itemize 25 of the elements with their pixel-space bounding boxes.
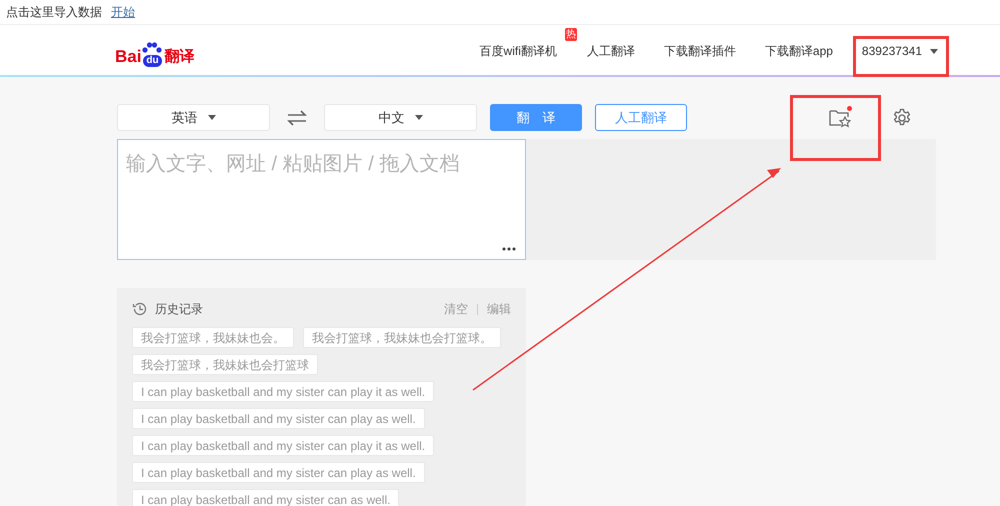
nav-link[interactable]: 百度wifi翻译机 <box>480 44 557 58</box>
text-input[interactable]: 输入文字、网址 / 粘贴图片 / 拖入文档 <box>117 139 526 260</box>
human-translation-button[interactable]: 人工翻译 <box>595 104 687 131</box>
nav-link[interactable]: 下载翻译插件 <box>664 44 736 58</box>
history-item[interactable]: 我会打篮球，我妹妹也会打篮球。 <box>303 327 501 348</box>
history-item[interactable]: I can play basketball and my sister can play it as well. <box>132 381 434 402</box>
history-item[interactable]: I can play basketball and my sister can play it as well. <box>132 435 434 456</box>
history-item[interactable]: I can play basketball and my sister can as well. <box>132 489 400 506</box>
start-link[interactable]: 开始 <box>111 3 135 21</box>
nav-link[interactable]: 下载翻译app <box>764 44 833 58</box>
history-item[interactable]: I can play basketball and my sister can play as well. <box>132 408 425 429</box>
import-prompt: 点击这里导入数据 <box>6 4 102 21</box>
hot-badge: 热 <box>564 28 577 41</box>
edit-link[interactable]: 编辑 <box>487 300 511 318</box>
source-language-select[interactable]: 英语 <box>117 104 270 131</box>
translate-button[interactable]: 翻 译 <box>490 104 582 131</box>
logo[interactable]: Bai du 翻译 <box>115 35 194 67</box>
history-item[interactable]: 我会打篮球，我妹妹也会打篮球 <box>132 354 318 375</box>
history-title: 历史记录 <box>155 301 203 318</box>
history-item[interactable]: 我会打篮球，我妹妹也会。 <box>132 327 294 348</box>
history-item[interactable]: I can play basketball and my sister can play as well. <box>132 462 425 483</box>
user-menu[interactable]: 839237341 <box>862 42 938 60</box>
nav-link[interactable]: 人工翻译 <box>586 44 635 58</box>
clear-link[interactable]: 清空 <box>444 300 468 318</box>
target-language-select[interactable]: 中文 <box>324 104 477 131</box>
